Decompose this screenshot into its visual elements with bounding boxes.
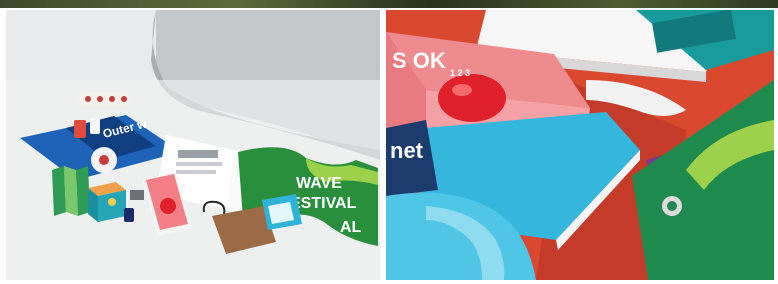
can-item — [74, 120, 86, 138]
book-text: S OK — [392, 48, 446, 73]
right-photo-illustration: S OK 1 2 3 net — [386, 10, 774, 280]
print-products-photo-right: S OK 1 2 3 net — [386, 10, 774, 280]
top-photo-strip — [0, 0, 778, 8]
sign-text: net — [390, 138, 424, 163]
cover-small-text: 1 2 3 — [450, 68, 470, 78]
banner-text-line: ESTIVAL — [290, 195, 357, 212]
print-products-photo-left: Outer w WAVE ESTIVAL AL — [6, 10, 380, 280]
small-item — [124, 208, 134, 222]
packaging-box — [88, 182, 126, 222]
tomato-image — [438, 74, 506, 122]
can-item — [90, 118, 100, 134]
label-roll — [78, 92, 130, 106]
banner-text-letters: AL — [340, 219, 362, 236]
folded-leaflet — [52, 166, 90, 216]
small-item — [130, 190, 144, 200]
banner-text-line: WAVE — [296, 175, 342, 192]
left-photo-illustration: Outer w WAVE ESTIVAL AL — [6, 10, 380, 280]
